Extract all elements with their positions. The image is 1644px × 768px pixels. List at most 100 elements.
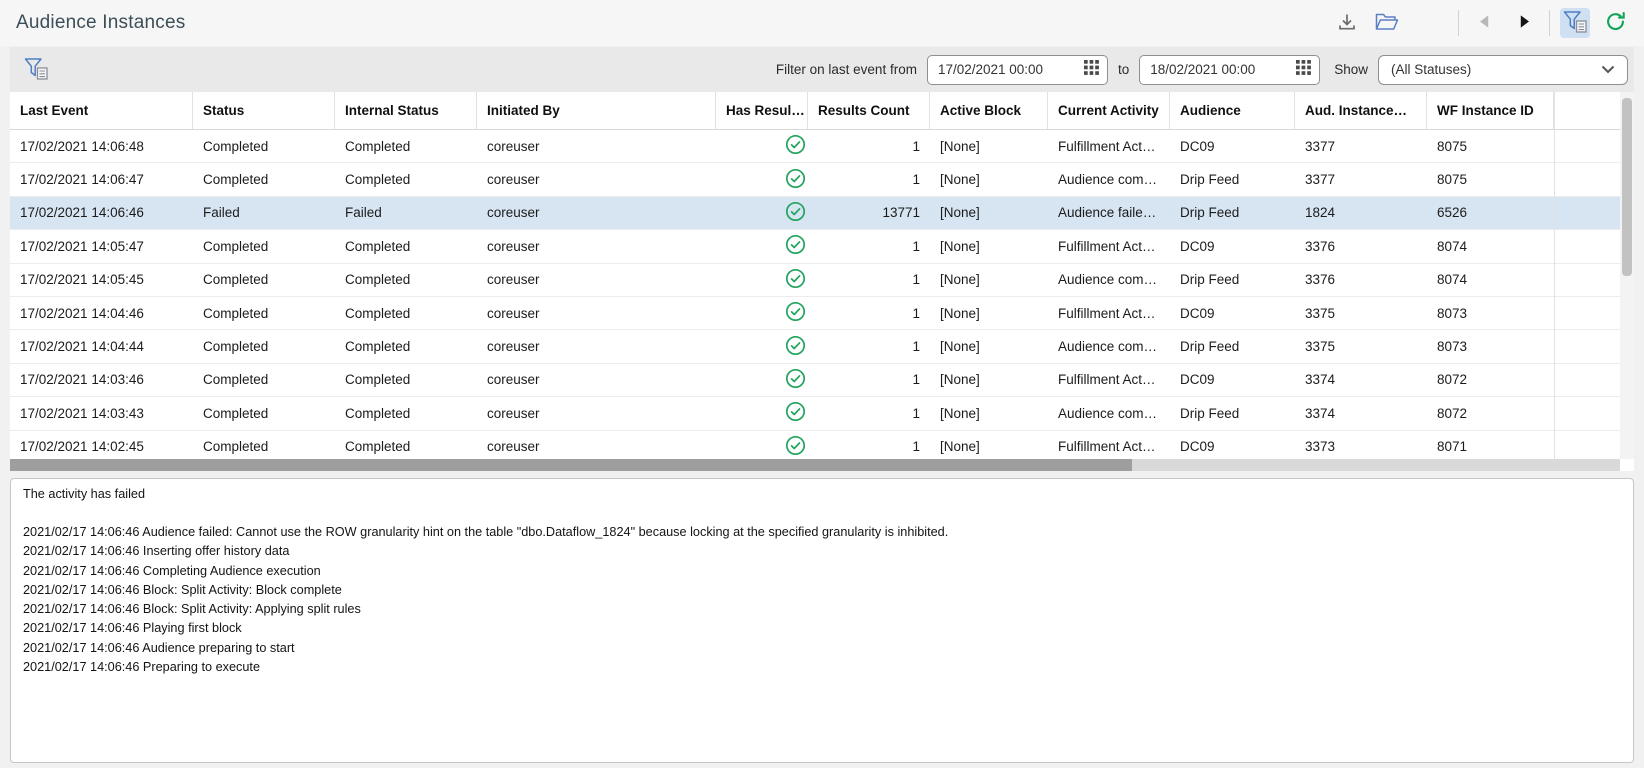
cell-wf_instance_id: 8071: [1427, 431, 1554, 459]
check-circle-icon: [785, 301, 806, 325]
cell-active_block: [None]: [930, 197, 1048, 229]
cell-results_count: 1: [808, 264, 930, 296]
cell-has_results: [716, 197, 808, 229]
horizontal-scrollbar-thumb[interactable]: [10, 459, 1132, 471]
cell-last_event: 17/02/2021 14:05:47: [10, 230, 193, 262]
check-circle-icon: [785, 335, 806, 359]
cell-status: Failed: [193, 197, 335, 229]
log-line: 2021/02/17 14:06:46 Preparing to execute: [23, 658, 1621, 677]
log-lines: 2021/02/17 14:06:46 Audience failed: Can…: [23, 523, 1621, 677]
date-picker-icon[interactable]: [1296, 60, 1311, 80]
chevron-down-icon: [1601, 61, 1615, 79]
cell-initiated_by: coreuser: [477, 163, 716, 195]
cell-has_results: [716, 130, 808, 162]
cell-current_activity: Fulfillment Act…: [1048, 130, 1170, 162]
column-header-last_event[interactable]: Last Event: [10, 92, 193, 129]
table-row[interactable]: 17/02/2021 14:04:44CompletedCompletedcor…: [10, 330, 1620, 363]
table-row[interactable]: 17/02/2021 14:04:46CompletedCompletedcor…: [10, 297, 1620, 330]
horizontal-scrollbar[interactable]: [10, 459, 1620, 471]
cell-results_count: 13771: [808, 197, 930, 229]
cell-active_block: [None]: [930, 397, 1048, 429]
cell-current_activity: Audience com…: [1048, 397, 1170, 429]
cell-aud_instance_id: 3374: [1295, 364, 1427, 396]
cell-last_event: 17/02/2021 14:06:46: [10, 197, 193, 229]
filter-toggle-icon: [1563, 10, 1588, 36]
table-row[interactable]: 17/02/2021 14:03:46CompletedCompletedcor…: [10, 364, 1620, 397]
cell-last_event: 17/02/2021 14:06:47: [10, 163, 193, 195]
cell-last_event: 17/02/2021 14:06:48: [10, 130, 193, 162]
cell-internal_status: Completed: [335, 163, 477, 195]
vertical-scrollbar[interactable]: [1620, 92, 1634, 459]
cell-last_event: 17/02/2021 14:02:45: [10, 431, 193, 459]
open-folder-button[interactable]: [1372, 8, 1402, 38]
cell-results_count: 1: [808, 297, 930, 329]
cell-has_results: [716, 264, 808, 296]
date-from-input[interactable]: 17/02/2021 00:00: [927, 55, 1108, 85]
cell-internal_status: Completed: [335, 130, 477, 162]
check-circle-icon: [785, 368, 806, 392]
filter-from-label: Filter on last event from: [776, 62, 917, 77]
cell-internal_status: Completed: [335, 431, 477, 459]
column-header-active_block[interactable]: Active Block: [930, 92, 1048, 129]
column-header-initiated_by[interactable]: Initiated By: [477, 92, 716, 129]
cell-has_results: [716, 397, 808, 429]
cell-results_count: 1: [808, 230, 930, 262]
table-row[interactable]: 17/02/2021 14:06:46FailedFailedcoreuser1…: [10, 197, 1620, 230]
column-header-results_count[interactable]: Results Count: [808, 92, 930, 129]
table-body: 17/02/2021 14:06:48CompletedCompletedcor…: [10, 130, 1620, 459]
refresh-button[interactable]: [1600, 8, 1630, 38]
cell-has_results: [716, 330, 808, 362]
status-filter-select[interactable]: (All Statuses): [1378, 55, 1628, 85]
table-row[interactable]: 17/02/2021 14:06:47CompletedCompletedcor…: [10, 163, 1620, 196]
cell-wf_instance_id: 8074: [1427, 264, 1554, 296]
cell-wf_instance_id: 8073: [1427, 297, 1554, 329]
column-header-status[interactable]: Status: [193, 92, 335, 129]
cell-active_block: [None]: [930, 431, 1048, 459]
cell-active_block: [None]: [930, 230, 1048, 262]
toolbar-separator: [1458, 10, 1459, 36]
cell-audience: DC09: [1170, 431, 1295, 459]
cell-initiated_by: coreuser: [477, 197, 716, 229]
cell-audience: Drip Feed: [1170, 264, 1295, 296]
log-line: 2021/02/17 14:06:46 Block: Split Activit…: [23, 581, 1621, 600]
forward-icon: [1516, 13, 1533, 33]
vertical-scrollbar-thumb[interactable]: [1622, 98, 1632, 276]
cell-current_activity: Audience faile…: [1048, 197, 1170, 229]
cell-active_block: [None]: [930, 297, 1048, 329]
cell-current_activity: Fulfillment Act…: [1048, 230, 1170, 262]
cell-current_activity: Fulfillment Act…: [1048, 364, 1170, 396]
cell-aud_instance_id: 3376: [1295, 264, 1427, 296]
date-to-input[interactable]: 18/02/2021 00:00: [1139, 55, 1320, 85]
cell-aud_instance_id: 1824: [1295, 197, 1427, 229]
column-header-audience[interactable]: Audience: [1170, 92, 1295, 129]
download-icon: [1337, 12, 1357, 35]
toolbar-separator: [1549, 10, 1550, 36]
cell-internal_status: Completed: [335, 364, 477, 396]
table-row[interactable]: 17/02/2021 14:06:48CompletedCompletedcor…: [10, 130, 1620, 163]
column-header-aud_instance_id[interactable]: Aud. Instance…: [1295, 92, 1427, 129]
table-row[interactable]: 17/02/2021 14:05:47CompletedCompletedcor…: [10, 230, 1620, 263]
check-circle-icon: [785, 168, 806, 192]
filter-toggle-button[interactable]: [1560, 8, 1590, 38]
date-picker-icon[interactable]: [1084, 60, 1099, 80]
forward-button[interactable]: [1509, 8, 1539, 38]
cell-wf_instance_id: 8075: [1427, 163, 1554, 195]
cell-audience: DC09: [1170, 297, 1295, 329]
table-row[interactable]: 17/02/2021 14:02:45CompletedCompletedcor…: [10, 431, 1620, 459]
column-header-has_results[interactable]: Has Resul…: [716, 92, 808, 129]
cell-status: Completed: [193, 230, 335, 262]
cell-wf_instance_id: 8075: [1427, 130, 1554, 162]
cell-internal_status: Completed: [335, 230, 477, 262]
table-row[interactable]: 17/02/2021 14:05:45CompletedCompletedcor…: [10, 264, 1620, 297]
download-button[interactable]: [1332, 8, 1362, 38]
column-header-wf_instance_id[interactable]: WF Instance ID: [1427, 92, 1554, 129]
cell-results_count: 1: [808, 397, 930, 429]
cell-audience: Drip Feed: [1170, 397, 1295, 429]
date-to-value: 18/02/2021 00:00: [1150, 62, 1296, 77]
column-header-current_activity[interactable]: Current Activity: [1048, 92, 1170, 129]
cell-internal_status: Completed: [335, 297, 477, 329]
column-header-internal_status[interactable]: Internal Status: [335, 92, 477, 129]
back-button[interactable]: [1469, 8, 1499, 38]
filter-list-button[interactable]: [24, 57, 49, 83]
table-row[interactable]: 17/02/2021 14:03:43CompletedCompletedcor…: [10, 397, 1620, 430]
